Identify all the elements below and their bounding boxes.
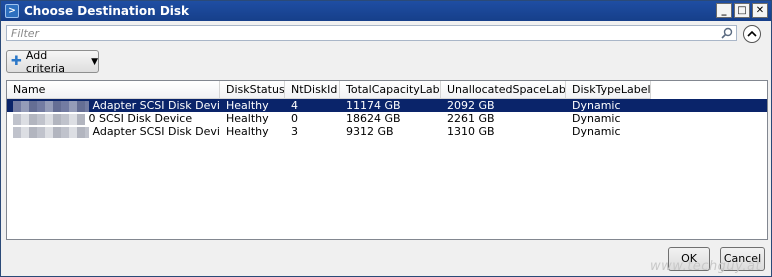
column-header-diskstatus[interactable]: DiskStatus — [220, 81, 285, 99]
cell-status: Healthy — [226, 125, 269, 138]
redacted-name-block — [13, 126, 89, 138]
collapse-filter-button[interactable] — [743, 25, 761, 43]
column-header-totalcapacity[interactable]: TotalCapacityLabel — [340, 81, 441, 99]
cell-status: Healthy — [226, 112, 269, 125]
filter-input[interactable]: Filter — [6, 25, 737, 41]
watermark: www.techguy.at — [650, 259, 762, 274]
column-headers: Name DiskStatus NtDiskId TotalCapacityLa… — [7, 81, 651, 99]
column-header-name[interactable]: Name — [7, 81, 220, 99]
cell-name: Adapter SCSI Disk Device — [7, 125, 220, 138]
redacted-name-block — [13, 113, 85, 125]
plus-icon: ✚ — [11, 54, 22, 69]
dropdown-arrow-icon: ▼ — [91, 56, 98, 67]
cell-unallocated: 2261 GB — [447, 112, 495, 125]
filter-placeholder: Filter — [11, 27, 40, 40]
cell-status: Healthy — [226, 99, 269, 112]
filter-row: Filter — [6, 25, 768, 43]
cell-id: 0 — [291, 112, 298, 125]
choose-destination-disk-dialog: > Choose Destination Disk _ □ ✕ Filter ✚… — [0, 0, 772, 277]
disk-name: 0 SCSI Disk Device — [88, 112, 193, 125]
cell-unallocated: 2092 GB — [447, 99, 495, 112]
column-header-ntdiskid[interactable]: NtDiskId — [285, 81, 340, 99]
search-icon[interactable] — [721, 27, 733, 39]
cell-type: Dynamic — [572, 112, 621, 125]
cell-name: 0 SCSI Disk Device — [7, 112, 220, 125]
cell-id: 3 — [291, 125, 298, 138]
disk-name: Adapter SCSI Disk Device — [92, 99, 221, 112]
cell-total: 11174 GB — [346, 99, 401, 112]
cell-id: 4 — [291, 99, 298, 112]
minimize-button[interactable]: _ — [716, 3, 732, 18]
cell-total: 9312 GB — [346, 125, 394, 138]
add-criteria-label: Add criteria — [25, 48, 65, 75]
cell-name: Adapter SCSI Disk Device — [7, 99, 220, 112]
window-title: Choose Destination Disk — [24, 4, 190, 18]
cell-type: Dynamic — [572, 125, 621, 138]
window-controls: _ □ ✕ — [716, 3, 768, 18]
close-button[interactable]: ✕ — [752, 3, 768, 18]
disk-rows: Adapter SCSI Disk Device Healthy 4 11174… — [7, 99, 767, 138]
column-header-disktype[interactable]: DiskTypeLabel — [566, 81, 651, 99]
cell-type: Dynamic — [572, 99, 621, 112]
cell-unallocated: 1310 GB — [447, 125, 495, 138]
table-row[interactable]: 0 SCSI Disk Device Healthy 0 18624 GB 22… — [7, 112, 767, 125]
disk-name: Adapter SCSI Disk Device — [92, 125, 221, 138]
add-criteria-button[interactable]: ✚ Add criteria ▼ — [6, 48, 99, 75]
table-row[interactable]: Adapter SCSI Disk Device Healthy 4 11174… — [7, 99, 767, 112]
table-row[interactable]: Adapter SCSI Disk Device Healthy 3 9312 … — [7, 125, 767, 138]
redacted-name-block — [13, 100, 89, 112]
chevron-up-icon — [747, 30, 757, 37]
disk-list[interactable]: Name DiskStatus NtDiskId TotalCapacityLa… — [6, 80, 768, 240]
powershell-icon: > — [5, 4, 19, 18]
maximize-button[interactable]: □ — [734, 3, 750, 18]
title-bar[interactable]: > Choose Destination Disk _ □ ✕ — [1, 1, 771, 21]
cell-total: 18624 GB — [346, 112, 401, 125]
column-header-unallocatedspace[interactable]: UnallocatedSpaceLabel — [441, 81, 566, 99]
